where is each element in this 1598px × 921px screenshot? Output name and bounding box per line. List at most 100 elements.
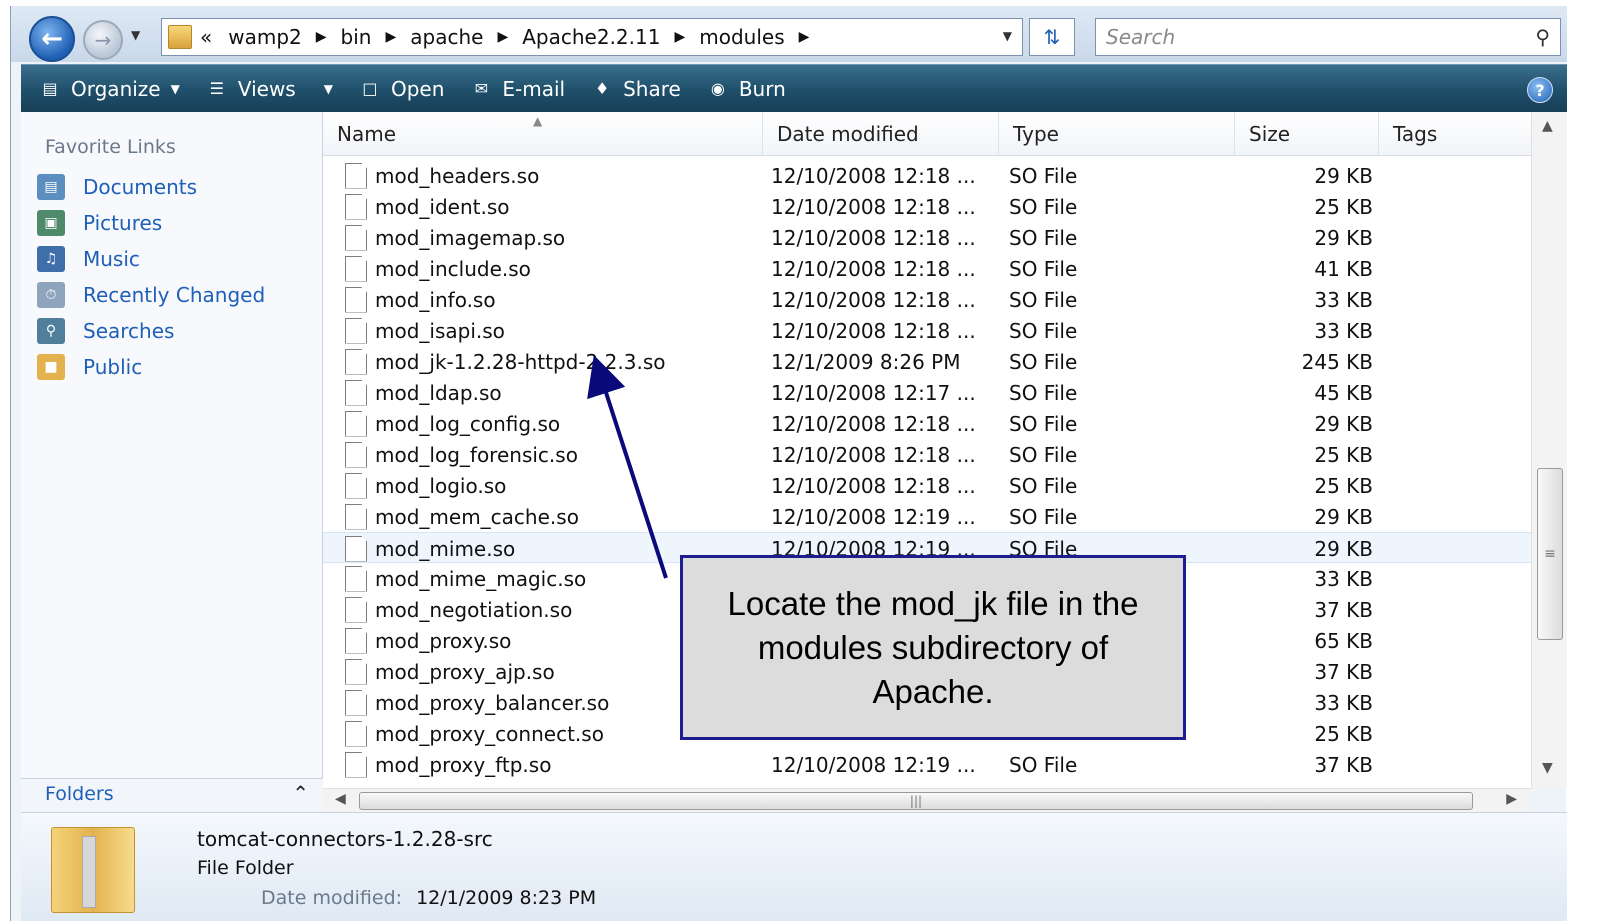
file-name: mod_proxy_balancer.so — [375, 690, 610, 715]
file-name-cell: mod_mem_cache.so — [345, 501, 765, 532]
table-row[interactable]: mod_isapi.so 12/10/2008 12:18 ... SO File 3… — [323, 315, 1531, 346]
breadcrumb: « wamp2 ▶ bin ▶ apache ▶ Apache2.2.11 ▶ modules ▶ — [200, 25, 823, 49]
file-name: mod_include.so — [375, 256, 531, 281]
scroll-up-icon[interactable]: ▲ — [1542, 118, 1553, 134]
file-name: mod_logio.so — [375, 473, 507, 498]
disc-icon: ◉ — [710, 79, 725, 98]
chevron-right-icon[interactable]: ▶ — [497, 29, 508, 45]
chevron-right-icon[interactable]: ▶ — [316, 29, 327, 45]
table-row[interactable]: mod_headers.so 12/10/2008 12:18 ... SO Fil… — [323, 160, 1531, 191]
file-date: 12/10/2008 12:18 ... — [771, 318, 976, 343]
table-row[interactable]: mod_log_forensic.so 12/10/2008 12:18 ... S… — [323, 439, 1531, 470]
file-size: 25 KB — [1314, 721, 1373, 746]
file-name: mod_log_forensic.so — [375, 442, 578, 467]
breadcrumb-item[interactable]: wamp2 — [228, 25, 302, 49]
vertical-scrollbar[interactable]: ▲ ≡ ▼ — [1531, 112, 1567, 788]
breadcrumb-item[interactable]: apache — [410, 25, 483, 49]
folders-label: Folders — [45, 783, 114, 805]
file-date: 12/10/2008 12:18 ... — [771, 473, 976, 498]
nav-link-documents[interactable]: ▤ Documents — [37, 174, 197, 200]
breadcrumb-item[interactable]: Apache2.2.11 — [522, 25, 660, 49]
breadcrumb-overflow[interactable]: « — [200, 25, 212, 49]
nav-link-pictures[interactable]: ▣ Pictures — [37, 210, 162, 236]
breadcrumb-item[interactable]: bin — [341, 25, 372, 49]
nav-link-recently-changed[interactable]: ⏱ Recently Changed — [37, 282, 265, 308]
file-icon — [345, 317, 367, 344]
scroll-left-icon[interactable]: ◀ — [335, 791, 346, 807]
address-dropdown-icon[interactable]: ▼ — [1003, 29, 1012, 43]
open-button[interactable]: □ Open — [359, 77, 444, 101]
organize-label: Organize — [71, 76, 161, 101]
scroll-down-icon[interactable]: ▼ — [1542, 760, 1553, 776]
file-size: 29 KB — [1314, 536, 1373, 561]
search-icon[interactable]: ⚲ — [1535, 25, 1550, 49]
organize-button[interactable]: ▤ Organize ▼ — [39, 76, 179, 101]
views-label: Views — [237, 76, 296, 101]
file-name: mod_mem_cache.so — [375, 504, 579, 529]
file-icon — [345, 751, 367, 778]
chevron-right-icon[interactable]: ▶ — [674, 29, 685, 45]
forward-button[interactable]: → — [83, 20, 123, 60]
column-header-date[interactable]: Date modified — [763, 112, 999, 156]
column-header-label: Date modified — [777, 122, 919, 146]
file-type: SO File — [1009, 380, 1078, 405]
organize-icon: ▤ — [42, 79, 58, 98]
share-button[interactable]: ♦ Share — [591, 77, 681, 101]
table-row[interactable]: mod_info.so 12/10/2008 12:18 ... SO File 33… — [323, 284, 1531, 315]
search-input[interactable]: Search ⚲ — [1095, 18, 1561, 56]
table-row[interactable]: mod_ident.so 12/10/2008 12:18 ... SO File 2… — [323, 191, 1531, 222]
column-header-type[interactable]: Type — [999, 112, 1235, 156]
sort-ascending-icon: ▲ — [533, 114, 543, 128]
table-row[interactable]: mod_proxy_ftp.so 12/10/2008 12:19 ... SO F… — [323, 749, 1531, 780]
folders-toggle[interactable]: Folders ⌃ — [21, 778, 323, 812]
refresh-button[interactable]: ⇅ — [1029, 18, 1075, 56]
column-header-size[interactable]: Size — [1235, 112, 1379, 156]
table-row[interactable]: mod_mem_cache.so 12/10/2008 12:19 ... SO F… — [323, 501, 1531, 532]
file-type: SO File — [1009, 504, 1078, 529]
chevron-right-icon[interactable]: ▶ — [385, 29, 396, 45]
nav-link-searches[interactable]: ⚲ Searches — [37, 318, 174, 344]
recent-icon: ⏱ — [37, 282, 65, 308]
file-name: mod_negotiation.so — [375, 597, 573, 622]
column-header-name[interactable]: Name ▲ — [323, 112, 763, 156]
back-button[interactable]: ← — [29, 16, 75, 62]
file-name: mod_jk-1.2.28-httpd-2.2.3.so — [375, 349, 666, 374]
table-row[interactable]: mod_imagemap.so 12/10/2008 12:18 ... SO Fi… — [323, 222, 1531, 253]
nav-link-label: Recently Changed — [83, 283, 266, 307]
file-size: 33 KB — [1314, 318, 1373, 343]
file-name: mod_mime_magic.so — [375, 566, 587, 591]
email-button[interactable]: ✉ E-mail — [470, 77, 565, 101]
file-icon — [345, 224, 367, 251]
table-row[interactable]: mod_jk-1.2.28-httpd-2.2.3.so 12/1/2009 8:… — [323, 346, 1531, 377]
searches-icon: ⚲ — [37, 318, 65, 344]
scroll-thumb[interactable]: ≡ — [1537, 468, 1563, 640]
scroll-right-icon[interactable]: ▶ — [1506, 791, 1517, 807]
file-name-cell: mod_imagemap.so — [345, 222, 765, 253]
details-pane: tomcat-connectors-1.2.28-src File Folder… — [21, 812, 1567, 921]
nav-link-label: Documents — [83, 175, 198, 199]
horizontal-scrollbar[interactable]: ◀ ||| ▶ — [323, 788, 1531, 812]
nav-link-public[interactable]: ■ Public — [37, 354, 142, 380]
file-icon — [345, 535, 367, 562]
chevron-right-icon[interactable]: ▶ — [799, 29, 810, 45]
breadcrumb-item[interactable]: modules — [699, 25, 784, 49]
open-label: Open — [390, 76, 445, 101]
column-header-tags[interactable]: Tags — [1379, 112, 1531, 156]
table-row[interactable]: mod_log_config.so 12/10/2008 12:18 ... SO … — [323, 408, 1531, 439]
scroll-thumb-horizontal[interactable]: ||| — [359, 792, 1473, 810]
table-row[interactable]: mod_include.so 12/10/2008 12:18 ... SO Fil… — [323, 253, 1531, 284]
column-header-label: Type — [1013, 122, 1059, 146]
nav-link-music[interactable]: ♫ Music — [37, 246, 140, 272]
table-row[interactable]: mod_ldap.so 12/10/2008 12:17 ... SO File 45… — [323, 377, 1531, 408]
views-button[interactable]: ☰ Views ▼ — [206, 77, 333, 101]
file-size: 25 KB — [1314, 473, 1373, 498]
burn-button[interactable]: ◉ Burn — [707, 77, 786, 101]
file-icon — [345, 193, 367, 220]
recent-pages-dropdown[interactable]: ▼ — [131, 28, 140, 42]
file-name-cell: mod_include.so — [345, 253, 765, 284]
explorer-window: ← → ▼ « wamp2 ▶ bin ▶ apache ▶ Apache2.2.11 ▶ mod… — [10, 6, 1567, 921]
address-bar[interactable]: «wamp2 ▶ bin ▶ apache ▶ Apache2.2.11 ▶ modules ▶ … — [161, 18, 1023, 56]
file-date: 12/10/2008 12:19 ... — [771, 504, 976, 529]
table-row[interactable]: mod_logio.so 12/10/2008 12:18 ... SO File 2… — [323, 470, 1531, 501]
help-icon[interactable]: ? — [1527, 77, 1553, 103]
